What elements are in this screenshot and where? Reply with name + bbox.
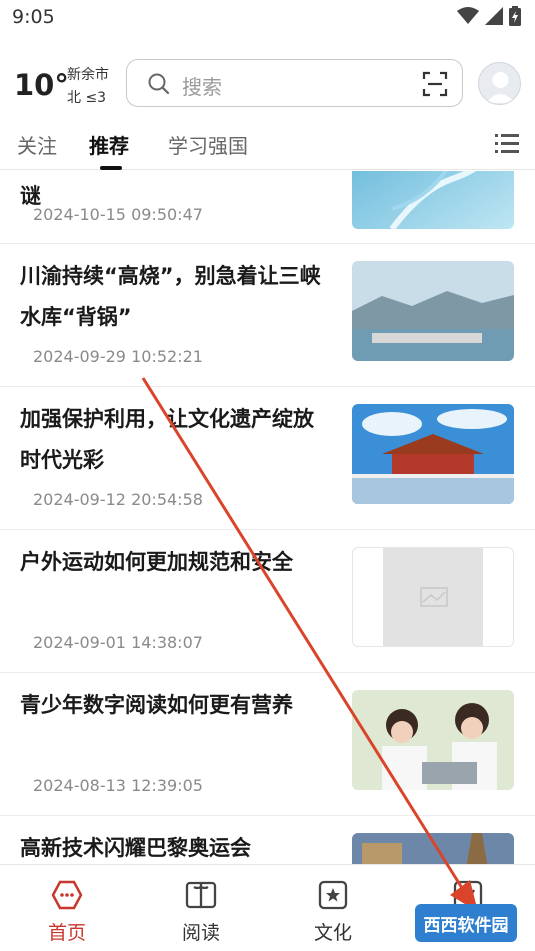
item-time: 2024-09-29 10:52:21 [33,347,203,366]
top-header: 10° 新余市 北 ≤3 搜索 [0,52,535,114]
nav-home[interactable]: 首页 [12,865,122,951]
search-input[interactable]: 搜索 [126,59,463,107]
placeholder-image [383,548,483,646]
item-time: 2024-09-01 14:38:07 [33,633,203,652]
avatar[interactable] [478,62,521,105]
menu-list-icon[interactable] [495,133,519,155]
weather-temperature[interactable]: 10° [14,68,69,102]
palace-image [352,404,514,504]
nav-culture[interactable]: 文化 [278,865,388,951]
item-thumbnail[interactable] [352,690,514,790]
item-thumbnail[interactable] [352,547,514,647]
paris-image [352,833,514,864]
status-bar: 9:05 [0,0,535,38]
item-thumbnail[interactable] [352,171,514,229]
nav-label: 首页 [47,922,86,944]
item-title[interactable]: 川渝持续“高烧”，别急着让三峡水库“背锅” [20,256,330,338]
channel-tabs: 关注 推荐 学习强国 [0,118,535,170]
status-icons [457,6,521,26]
wifi-icon [457,7,479,24]
list-item[interactable]: 高新技术闪耀巴黎奥运会 [0,816,535,864]
item-thumbnail[interactable] [352,404,514,504]
list-item[interactable]: 青少年数字阅读如何更有营养 2024-08-13 12:39:05 [0,673,535,816]
watermark-text: 西西软件园 [423,915,509,936]
reservoir-image [352,261,514,361]
signal-icon [485,7,503,25]
item-thumbnail[interactable] [352,261,514,361]
tab-xuexi[interactable]: 学习强国 [168,130,248,159]
item-title[interactable]: 高新技术闪耀巴黎奥运会 [20,828,330,864]
item-title[interactable]: 加强保护利用，让文化遗产绽放时代光彩 [20,399,330,481]
user-icon [486,72,515,103]
item-title[interactable]: 青少年数字阅读如何更有营养 [20,685,330,726]
weather-city[interactable]: 新余市 [67,64,109,84]
weather-wind: 北 ≤3 [67,90,107,106]
nav-reading[interactable]: 阅读 [146,865,256,951]
search-placeholder: 搜索 [182,75,222,99]
star-icon [318,880,348,910]
news-feed[interactable]: 谜 2024-10-15 09:50:47 川渝持续“高烧”，别急着让三峡水库“… [0,171,535,864]
item-time: 2024-08-13 12:39:05 [33,776,203,795]
tab-recommend[interactable]: 推荐 [89,130,129,159]
status-time: 9:05 [12,6,55,28]
nav-label: 文化 [313,922,352,944]
watermark-logo: 西西软件园 [415,904,517,942]
active-tab-indicator [100,166,122,170]
students-image [352,690,514,790]
list-item[interactable]: 加强保护利用，让文化遗产绽放时代光彩 2024-09-12 20:54:58 [0,387,535,530]
list-item[interactable]: 谜 2024-10-15 09:50:47 [0,171,535,244]
nav-label: 阅读 [181,922,220,944]
search-icon [148,73,170,95]
item-title[interactable]: 户外运动如何更加规范和安全 [20,542,330,583]
list-item[interactable]: 川渝持续“高烧”，别急着让三峡水库“背锅” 2024-09-29 10:52:2… [0,244,535,387]
book-icon [185,881,217,909]
item-thumbnail[interactable] [352,833,514,864]
home-icon [51,880,83,910]
dna-image [352,171,514,229]
item-time: 2024-10-15 09:50:47 [33,205,203,224]
scan-icon[interactable] [422,71,448,97]
list-item[interactable]: 户外运动如何更加规范和安全 2024-09-01 14:38:07 [0,530,535,673]
tab-follow[interactable]: 关注 [17,130,57,159]
item-time: 2024-09-12 20:54:58 [33,490,203,509]
battery-icon [509,6,521,26]
